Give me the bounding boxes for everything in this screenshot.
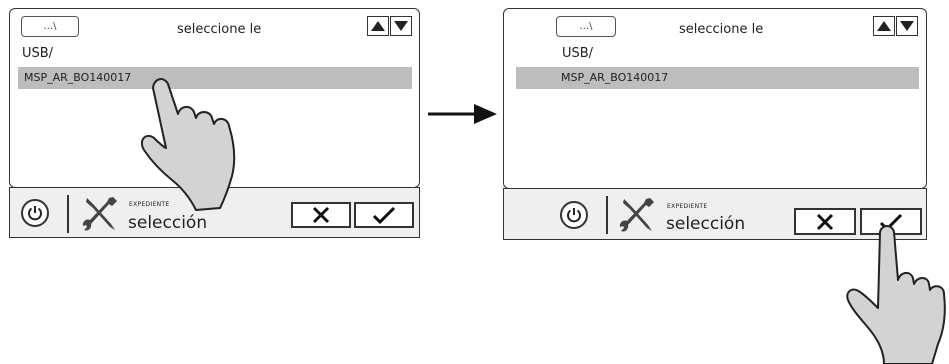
x-icon <box>312 206 330 224</box>
screen-after: ...\ seleccione le USB/ MSP_AR_BO140017 <box>503 8 927 189</box>
back-button[interactable]: ...\ <box>556 16 616 37</box>
power-icon <box>567 208 581 223</box>
right-arrow-icon <box>428 104 497 124</box>
bar-divider <box>67 195 69 233</box>
x-icon <box>816 213 834 230</box>
triangle-up-icon <box>371 21 385 31</box>
scroll-down-button[interactable] <box>896 16 918 36</box>
scroll-buttons <box>367 16 412 36</box>
confirm-button[interactable] <box>354 202 414 228</box>
mode-title: selección <box>666 214 746 234</box>
dialog-title: seleccione le <box>177 22 262 37</box>
triangle-down-icon <box>394 21 408 31</box>
power-button[interactable] <box>21 199 49 227</box>
back-button[interactable]: ...\ <box>21 16 79 37</box>
check-icon <box>372 206 396 225</box>
pointing-hand-icon <box>140 78 236 211</box>
wrench-screwdriver-icon <box>619 198 654 232</box>
wrench-screwdriver-icon <box>82 197 117 231</box>
triangle-down-icon <box>900 21 914 31</box>
pointing-hand-icon <box>846 225 946 364</box>
scroll-buttons <box>873 16 918 36</box>
scroll-up-button[interactable] <box>367 16 389 36</box>
bar-divider <box>606 196 608 234</box>
file-list-item-selected[interactable]: MSP_AR_BO140017 <box>516 67 919 89</box>
dialog-title: seleccione le <box>679 22 764 37</box>
cancel-button[interactable] <box>291 202 351 228</box>
scroll-up-button[interactable] <box>873 16 895 36</box>
mode-caption: EXPEDIENTE <box>667 203 708 210</box>
power-button[interactable] <box>560 201 588 229</box>
scroll-down-button[interactable] <box>390 16 412 36</box>
triangle-up-icon <box>877 21 891 31</box>
current-path: USB/ <box>562 46 594 61</box>
power-icon <box>28 206 42 221</box>
current-path: USB/ <box>22 46 54 61</box>
